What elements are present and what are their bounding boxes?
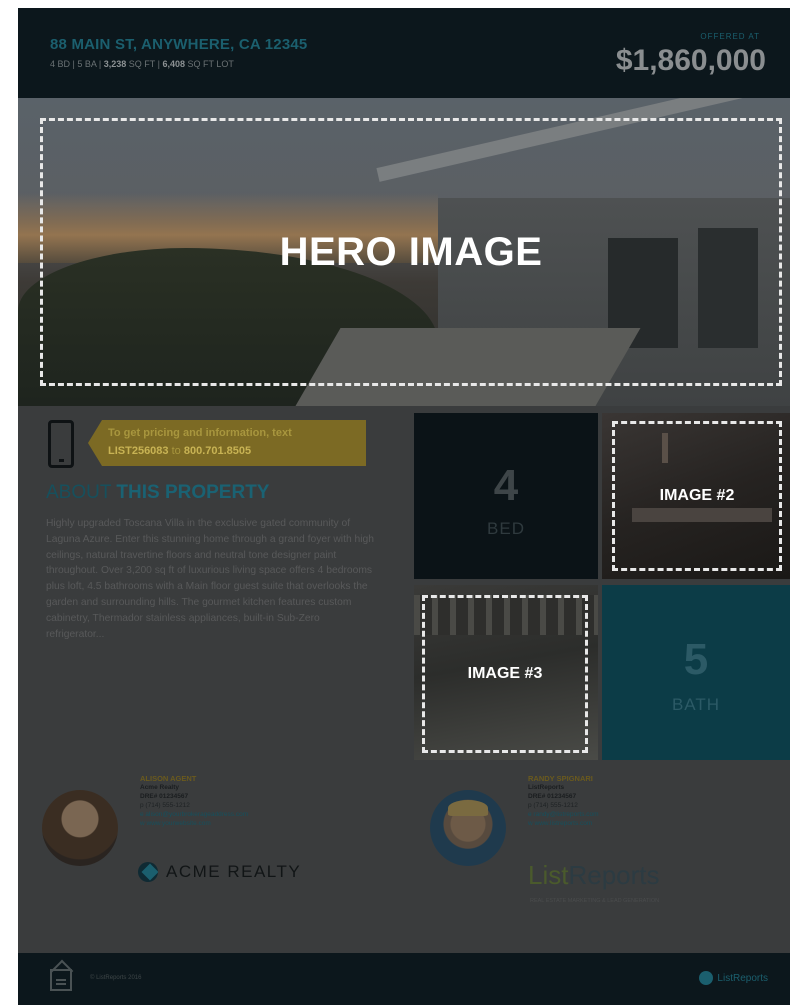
agent-2-avatar: [430, 790, 506, 866]
hero-placeholder-frame: HERO IMAGE: [40, 118, 782, 386]
specs-baths: 5 BA: [77, 59, 97, 69]
callout-number: 800.701.8505: [183, 445, 252, 457]
specs-lot-unit: SQ FT LOT: [187, 59, 234, 69]
property-description: Highly upgraded Toscana Villa in the exc…: [46, 518, 374, 640]
beds-label: BED: [487, 519, 525, 538]
header-bar: 88 MAIN ST, ANYWHERE, CA 12345 4 BD | 5 …: [18, 8, 790, 98]
property-address: 88 MAIN ST, ANYWHERE, CA 12345: [50, 36, 308, 53]
phone-icon: [48, 420, 74, 468]
about-heading: ABOUT THIS PROPERTY: [46, 482, 269, 504]
acme-logo-icon: [138, 862, 158, 882]
listreports-tagline: REAL ESTATE MARKETING & LEAD GENERATION: [530, 898, 660, 904]
acme-realty-logo: ACME REALTY: [138, 862, 301, 882]
specs-lot-value: 6,408: [162, 59, 185, 69]
agent-2-phone: p (714) 555-1212: [528, 802, 578, 809]
image-2-placeholder-frame: IMAGE #2: [612, 421, 782, 571]
property-specs: 4 BD | 5 BA | 3,238 SQ FT | 6,408 SQ FT …: [50, 59, 234, 69]
baths-tile: 5 BATH: [602, 585, 790, 760]
callout-code-line: LIST256083 to 800.701.8505: [108, 445, 251, 457]
beds-value: 4: [493, 461, 519, 510]
listreports-logo-part2: Reports: [568, 860, 660, 890]
image-2-placeholder-label: IMAGE #2: [659, 487, 735, 504]
agent-2-name: RANDY SPIGNARI: [528, 774, 593, 783]
about-heading-part1: ABOUT: [46, 482, 112, 503]
callout-to: to: [171, 445, 181, 457]
agent-1-phone: p (714) 555-1212: [140, 802, 190, 809]
callout-code: LIST256083: [108, 445, 169, 457]
agent-2-website[interactable]: w www.listreports.com: [528, 819, 599, 828]
image-3-placeholder-label: IMAGE #3: [467, 665, 543, 682]
agent-2-info: RANDY SPIGNARI ListReports DRE# 01234567…: [528, 774, 599, 828]
agent-1-website[interactable]: w www.yourwebsite.com: [140, 819, 248, 828]
footer-copyright: © ListReports 2016: [90, 975, 142, 981]
agent-1-name: ALISON AGENT: [140, 774, 197, 783]
specs-sqft-value: 3,238: [103, 59, 127, 69]
hero-placeholder-label: HERO IMAGE: [279, 229, 543, 274]
footer-logo-text: ListReports: [717, 972, 768, 984]
agent-1-email[interactable]: e alison@yourbrokerageaddress.com: [140, 810, 248, 819]
image-2-tile: IMAGE #2: [602, 413, 790, 579]
baths-label: BATH: [671, 695, 721, 714]
footer-logo: ListReports: [699, 971, 768, 985]
callout-line: To get pricing and information, text: [108, 427, 292, 439]
flyer-page: 88 MAIN ST, ANYWHERE, CA 12345 4 BD | 5 …: [18, 8, 790, 1005]
specs-sqft-unit: SQ FT: [128, 59, 156, 69]
image-3-placeholder-frame: IMAGE #3: [422, 595, 588, 753]
listreports-logo-part1: List: [528, 860, 569, 890]
agent-2-email[interactable]: e randy@listreports.com: [528, 810, 599, 819]
acme-logo-text: ACME REALTY: [166, 862, 302, 881]
agent-1-license: DRE# 01234567: [140, 793, 189, 800]
agent-1-company: Acme Realty: [140, 784, 180, 791]
specs-beds: 4 BD: [50, 59, 71, 69]
agent-1-info: ALISON AGENT Acme Realty DRE# 01234567 p…: [140, 774, 248, 828]
beds-tile: 4 BED: [414, 413, 598, 579]
image-3-tile: IMAGE #3: [414, 585, 598, 760]
footer-logo-icon: [699, 971, 714, 985]
equal-housing-icon: [50, 969, 72, 991]
agent-1-avatar: [42, 790, 118, 866]
listreports-logo: ListReports: [528, 860, 660, 891]
agent-2-license: DRE# 01234567: [528, 793, 577, 800]
hero-image: HERO IMAGE: [18, 98, 790, 406]
price-label: OFFERED AT: [700, 32, 760, 41]
footer-bar: © ListReports 2016 ListReports: [18, 953, 790, 1005]
price: $1,860,000: [615, 44, 766, 77]
baths-value: 5: [683, 635, 709, 684]
agent-2-company: ListReports: [528, 784, 565, 791]
about-heading-part2: THIS PROPERTY: [116, 482, 270, 503]
